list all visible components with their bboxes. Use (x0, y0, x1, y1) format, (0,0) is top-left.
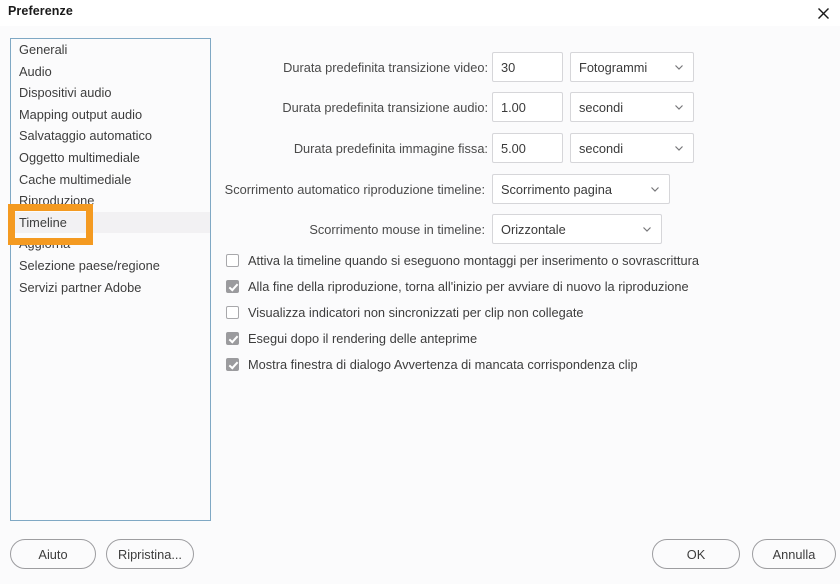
select-value-timeline-mouse-scroll: Orizzontale (501, 221, 566, 237)
label-timeline-autoscroll: Scorrimento automatico riproduzione time… (224, 181, 485, 197)
reset-button[interactable]: Ripristina... (106, 539, 194, 569)
select-default-still-image-unit[interactable]: secondi (570, 133, 694, 163)
row-timeline-mouse-scroll: Scorrimento mouse in timeline: (210, 214, 485, 244)
cancel-button[interactable]: Annulla (752, 539, 836, 569)
select-value-audio-transition-unit: secondi (579, 99, 624, 115)
checkbox-checked-icon[interactable] (226, 331, 239, 345)
chevron-down-icon (675, 105, 683, 110)
checkbox-unchecked-icon[interactable] (226, 253, 239, 267)
window-title: Preferenze (8, 4, 73, 18)
ok-button-label: OK (686, 546, 706, 562)
window-titlebar: Preferenze (0, 0, 840, 26)
checkbox-row-5[interactable]: Mostra finestra di dialogo Avvertenza di… (226, 355, 638, 373)
checkbox-label: Esegui dopo il rendering delle anteprime (248, 330, 478, 346)
chevron-down-icon (651, 187, 659, 192)
select-value-video-transition-unit: Fotogrammi (579, 59, 648, 75)
input-default-video-transition[interactable] (492, 52, 563, 82)
select-timeline-autoscroll[interactable]: Scorrimento pagina (492, 174, 670, 204)
ok-button[interactable]: OK (652, 539, 740, 569)
label-default-video-transition: Durata predefinita transizione video: (283, 59, 488, 75)
help-button-label: Aiuto (38, 546, 68, 562)
chevron-down-icon (675, 146, 683, 151)
help-button[interactable]: Aiuto (10, 539, 96, 569)
row-default-video-transition: Durata predefinita transizione video: (280, 52, 488, 82)
checkbox-row-3[interactable]: Visualizza indicatori non sincronizzati … (226, 303, 584, 321)
label-default-still-image: Durata predefinita immagine fissa: (293, 140, 488, 156)
close-icon[interactable] (808, 0, 838, 26)
input-default-audio-transition[interactable] (492, 92, 563, 122)
timeline-settings-panel: Durata predefinita transizione video: Fo… (0, 26, 840, 584)
input-default-still-image[interactable] (492, 133, 563, 163)
checkbox-checked-icon[interactable] (226, 279, 239, 293)
checkbox-label: Visualizza indicatori non sincronizzati … (248, 304, 584, 320)
label-default-audio-transition: Durata predefinita transizione audio: (282, 99, 488, 115)
preferences-dialog-body: Generali Audio Dispositivi audio Mapping ou… (0, 26, 840, 584)
checkbox-row-1[interactable]: Attiva la timeline quando si eseguono mo… (226, 251, 699, 269)
select-value-still-image-unit: secondi (579, 140, 624, 156)
chevron-down-icon (675, 65, 683, 70)
row-default-audio-transition: Durata predefinita transizione audio: (280, 92, 488, 122)
chevron-down-icon (643, 227, 651, 232)
select-timeline-mouse-scroll[interactable]: Orizzontale (492, 214, 662, 244)
row-default-still-image: Durata predefinita immagine fissa: (280, 133, 488, 163)
checkbox-unchecked-icon[interactable] (226, 305, 239, 319)
checkbox-label: Mostra finestra di dialogo Avvertenza di… (248, 356, 638, 372)
checkbox-row-4[interactable]: Esegui dopo il rendering delle anteprime (226, 329, 477, 347)
checkbox-label: Alla fine della riproduzione, torna all'… (248, 278, 689, 294)
cancel-button-label: Annulla (772, 546, 816, 562)
checkbox-checked-icon[interactable] (226, 357, 239, 371)
select-value-timeline-autoscroll: Scorrimento pagina (501, 181, 612, 197)
row-timeline-autoscroll: Scorrimento automatico riproduzione time… (210, 174, 485, 204)
reset-button-label: Ripristina... (117, 546, 182, 562)
checkbox-row-2[interactable]: Alla fine della riproduzione, torna all'… (226, 277, 689, 295)
select-default-audio-transition-unit[interactable]: secondi (570, 92, 694, 122)
checkbox-label: Attiva la timeline quando si eseguono mo… (248, 252, 699, 268)
label-timeline-mouse-scroll: Scorrimento mouse in timeline: (309, 221, 485, 237)
select-default-video-transition-unit[interactable]: Fotogrammi (570, 52, 694, 82)
